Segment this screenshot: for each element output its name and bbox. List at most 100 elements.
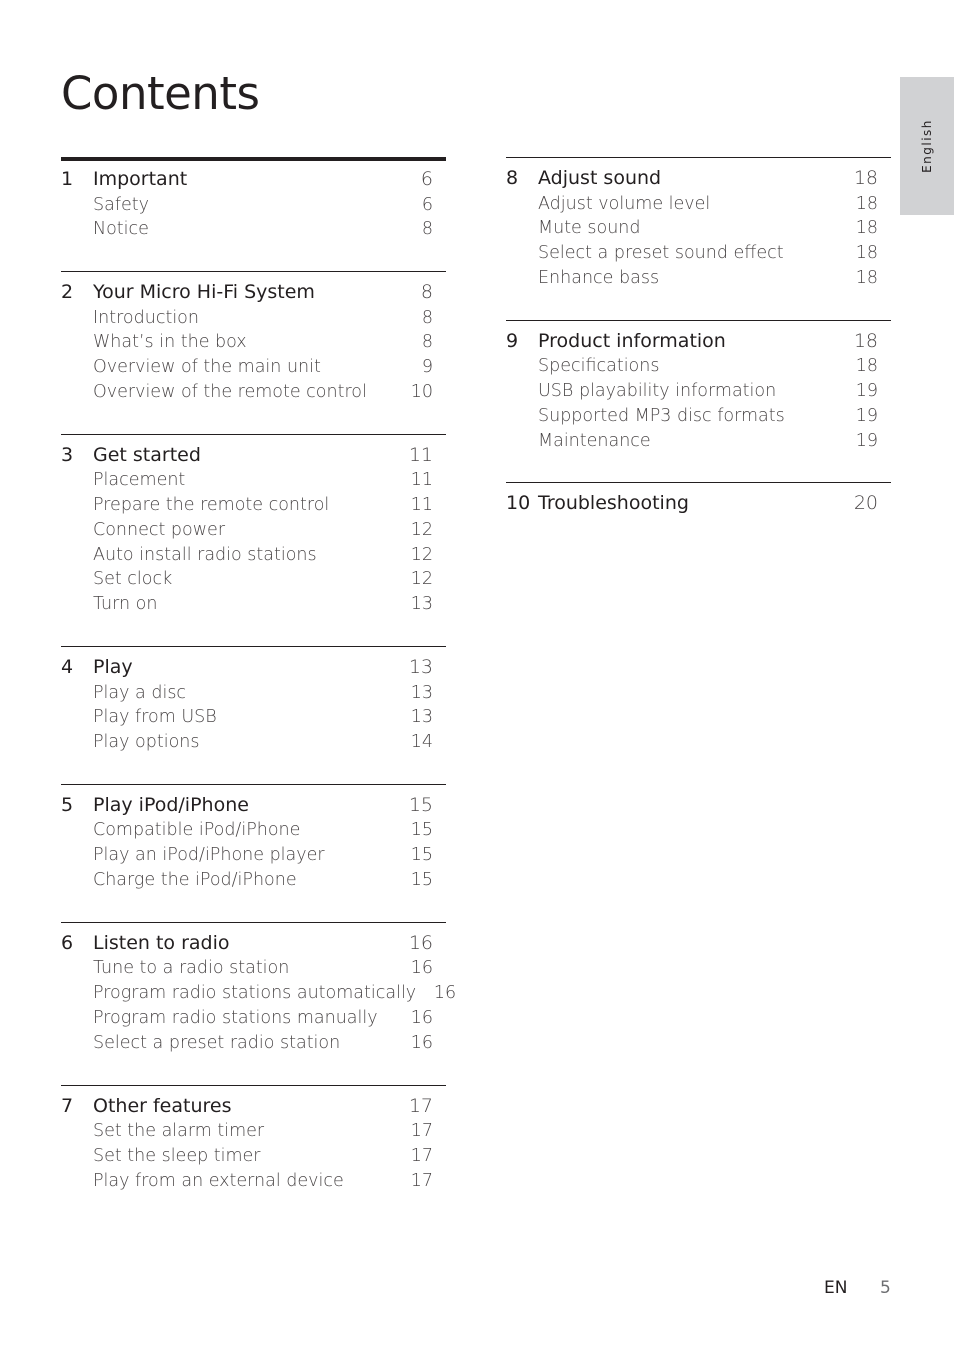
subsection-title: Connect power: [93, 519, 226, 540]
toc-section: 7 Other features 17 Set the alarm timer 17 Se…: [61, 1084, 446, 1194]
subsection-page-number: 8: [421, 219, 433, 240]
subsection-page-number: 18: [855, 356, 878, 377]
subsection-page-number: 8: [421, 332, 433, 353]
subsection-title: Enhance bass: [538, 267, 660, 288]
subsection-title: Set clock: [93, 569, 173, 590]
toc-subsection-entry[interactable]: Overview of the remote control 10: [61, 380, 446, 405]
chapter-page-number: 18: [853, 329, 878, 352]
chapter-number: 2: [61, 281, 74, 304]
subsection-title: Set the sleep timer: [93, 1145, 261, 1166]
chapter-title: Listen to radio: [93, 931, 230, 954]
toc-subsection-entry[interactable]: Play from an external device 17: [61, 1169, 446, 1194]
chapter-title: Play iPod/iPhone: [93, 793, 249, 816]
footer-page-number: 5: [880, 1278, 891, 1298]
toc-chapter-entry[interactable]: 1 Important 6: [61, 167, 446, 193]
subsection-title: Select a preset sound effect: [538, 243, 784, 264]
subsection-title: Compatible iPod/iPhone: [93, 820, 301, 841]
toc-right-column: 8 Adjust sound 18 Adjust volume level 18 Mute…: [506, 157, 891, 546]
chapter-number: 3: [61, 443, 74, 466]
toc-subsection-entry[interactable]: Compatible iPod/iPhone 15: [61, 818, 446, 843]
subsection-title: Specifications: [538, 356, 660, 377]
subsection-page-number: 13: [410, 682, 433, 703]
toc-chapter-entry[interactable]: 7 Other features 17: [61, 1094, 446, 1120]
toc-chapter-entry[interactable]: 3 Get started 11: [61, 443, 446, 469]
subsection-title: Select a preset radio station: [93, 1032, 341, 1053]
toc-subsection-entry[interactable]: Select a preset radio station 16: [61, 1031, 446, 1056]
subsection-page-number: 19: [855, 405, 878, 426]
toc-subsection-entry[interactable]: Specifications 18: [506, 354, 891, 379]
toc-subsection-entry[interactable]: Set clock 12: [61, 567, 446, 592]
subsection-title: What’s in the box: [93, 332, 247, 353]
chapter-number: 5: [61, 793, 74, 816]
toc-subsection-entry[interactable]: Mute sound 18: [506, 216, 891, 241]
toc-section: 6 Listen to radio 16 Tune to a radio statio…: [61, 921, 456, 1056]
toc-subsection-entry[interactable]: Play from USB 13: [61, 705, 446, 730]
subsection-title: Prepare the remote control: [93, 495, 330, 516]
toc-section: 9 Product information 18 Specifications 18 US…: [506, 319, 891, 454]
toc-chapter-entry[interactable]: 5 Play iPod/iPhone 15: [61, 793, 446, 819]
toc-chapter-entry[interactable]: 10 Troubleshooting 20: [506, 491, 891, 517]
toc-subsection-entry[interactable]: Enhance bass 18: [506, 266, 891, 291]
toc-subsection-entry[interactable]: USB playability information 19: [506, 379, 891, 404]
chapter-title: Other features: [93, 1094, 232, 1117]
toc-chapter-entry[interactable]: 6 Listen to radio 16: [61, 931, 446, 957]
chapter-page-number: 8: [420, 281, 433, 304]
toc-subsection-entry[interactable]: Program radio stations manually 16: [61, 1006, 446, 1031]
subsection-page-number: 19: [855, 430, 878, 451]
toc-chapter-entry[interactable]: 9 Product information 18: [506, 329, 891, 355]
subsection-title: Play from USB: [93, 707, 217, 728]
toc-subsection-entry[interactable]: Connect power 12: [61, 518, 446, 543]
toc-chapter-entry[interactable]: 2 Your Micro Hi-Fi System 8: [61, 280, 446, 306]
subsection-title: Adjust volume level: [538, 193, 711, 214]
subsection-page-number: 18: [855, 193, 878, 214]
subsection-title: Mute sound: [538, 218, 641, 239]
subsection-page-number: 12: [410, 569, 433, 590]
toc-subsection-entry[interactable]: Tune to a radio station 16: [61, 956, 446, 981]
toc-subsection-entry[interactable]: Play a disc 13: [61, 681, 446, 706]
toc-subsection-entry[interactable]: Select a preset sound effect 18: [506, 241, 891, 266]
toc-subsection-entry[interactable]: Safety 6: [61, 193, 446, 218]
toc-subsection-entry[interactable]: Auto install radio stations 12: [61, 543, 446, 568]
toc-subsection-entry[interactable]: Play options 14: [61, 730, 446, 755]
toc-section: 2 Your Micro Hi-Fi System 8 Introduction 8 Wh…: [61, 271, 446, 405]
toc-subsection-entry[interactable]: Adjust volume level 18: [506, 192, 891, 217]
subsection-page-number: 17: [410, 1121, 433, 1142]
subsection-page-number: 19: [855, 380, 878, 401]
toc-subsection-entry[interactable]: Set the alarm timer 17: [61, 1119, 446, 1144]
toc-subsection-entry[interactable]: Program radio stations automatically 16: [61, 981, 456, 1006]
chapter-page-number: 6: [420, 168, 433, 190]
toc-subsection-entry[interactable]: What’s in the box 8: [61, 330, 446, 355]
toc-subsection-entry[interactable]: Placement 11: [61, 468, 446, 493]
chapter-page-number: 18: [853, 167, 878, 189]
subsection-page-number: 12: [410, 544, 433, 565]
toc-chapter-entry[interactable]: 4 Play 13: [61, 655, 446, 681]
chapter-title: Get started: [93, 443, 201, 466]
chapter-page-number: 15: [408, 793, 433, 816]
subsection-page-number: 6: [421, 194, 433, 215]
subsection-title: Program radio stations manually: [93, 1007, 378, 1028]
toc-subsection-entry[interactable]: Prepare the remote control 11: [61, 493, 446, 518]
toc-section: 10 Troubleshooting 20: [506, 482, 891, 517]
subsection-page-number: 12: [410, 519, 433, 540]
chapter-number: 6: [61, 931, 74, 954]
toc-subsection-entry[interactable]: Charge the iPod/iPhone 15: [61, 868, 446, 893]
toc-subsection-entry[interactable]: Maintenance 19: [506, 429, 891, 454]
toc-subsection-entry[interactable]: Turn on 13: [61, 592, 446, 617]
subsection-page-number: 17: [410, 1170, 433, 1191]
subsection-page-number: 15: [410, 870, 433, 891]
chapter-title: Adjust sound: [538, 167, 662, 189]
toc-subsection-entry[interactable]: Introduction 8: [61, 306, 446, 331]
subsection-page-number: 9: [421, 357, 433, 378]
toc-subsection-entry[interactable]: Supported MP3 disc formats 19: [506, 404, 891, 429]
toc-subsection-entry[interactable]: Overview of the main unit 9: [61, 355, 446, 380]
subsection-title: Overview of the remote control: [93, 381, 367, 402]
toc-left-column: 1 Important 6 Safety 6 Notice 8 2 Your Micro Hi-…: [61, 157, 456, 1222]
toc-subsection-entry[interactable]: Set the sleep timer 17: [61, 1144, 446, 1169]
chapter-page-number: 20: [853, 492, 878, 515]
toc-chapter-entry[interactable]: 8 Adjust sound 18: [506, 166, 891, 192]
chapter-page-number: 11: [408, 443, 433, 466]
subsection-page-number: 10: [410, 381, 433, 402]
toc-subsection-entry[interactable]: Notice 8: [61, 217, 446, 242]
toc-section: 5 Play iPod/iPhone 15 Compatible iPod/iPhon…: [61, 783, 446, 893]
toc-subsection-entry[interactable]: Play an iPod/iPhone player 15: [61, 843, 446, 868]
